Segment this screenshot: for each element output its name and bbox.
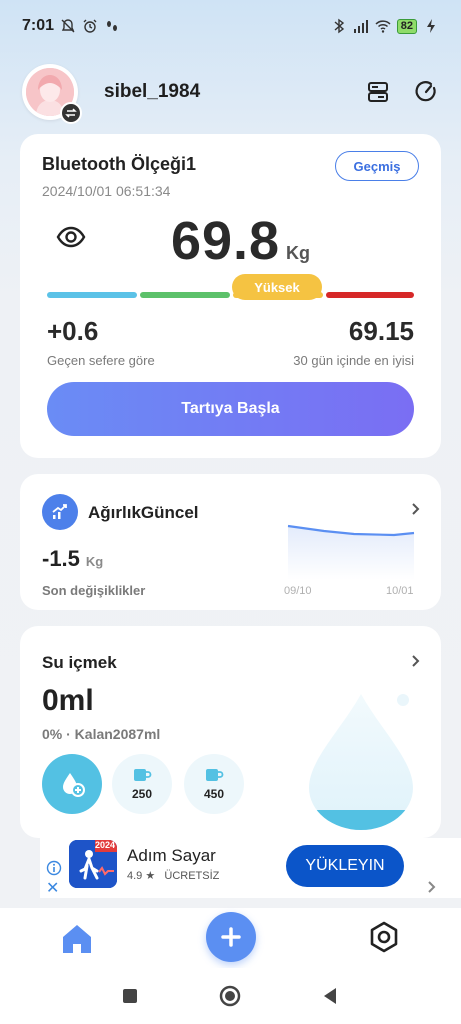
weight-status-badge: Yüksek (232, 274, 322, 300)
weight-trend-sparkline (287, 524, 415, 580)
bluetooth-icon (334, 18, 344, 34)
best-label: 30 gün içinde en iyisi (293, 353, 414, 368)
avatar[interactable] (22, 64, 82, 124)
weight-change-value: -1.5 (42, 546, 80, 571)
weight-change-label: Son değişiklikler (42, 583, 146, 598)
range-segment-low (47, 292, 137, 298)
trend-up-icon (42, 494, 78, 530)
weight-change-unit: Kg (85, 554, 104, 569)
water-remaining: 0% · Kalan2087ml (42, 726, 161, 742)
scale-card: Bluetooth Ölçeği1 2024/10/01 06:51:34 Ge… (20, 134, 441, 458)
weight-range-bar: Yüksek (47, 274, 414, 300)
recents-icon[interactable] (118, 984, 142, 1008)
chevron-right-icon (428, 881, 436, 893)
ad-price: ÜCRETSİZ (164, 870, 220, 882)
sync-gauge-icon (415, 81, 436, 102)
bottom-navigation (0, 908, 461, 968)
device-manager-button[interactable] (365, 79, 391, 105)
cup-250-button[interactable]: 250 (112, 754, 172, 814)
battery-indicator: 82 (396, 18, 417, 34)
sync-button[interactable] (413, 79, 439, 105)
water-drop-add-icon (63, 773, 85, 797)
wifi-icon (375, 20, 391, 33)
cup-icon (206, 769, 224, 781)
ad-title: Adım Sayar (127, 846, 216, 865)
cup-450-button[interactable]: 450 (184, 754, 244, 814)
cup-450-label: 450 (203, 787, 225, 801)
ad-rating: 4.9 ★ (127, 870, 156, 882)
water-title: Su içmek (42, 653, 117, 672)
weight-trend-title: AğırlıkGüncel (88, 503, 199, 522)
system-navigation-bar (0, 968, 461, 1024)
range-segment-very-high (326, 292, 414, 298)
weight-trend-card[interactable]: AğırlıkGüncel -1.5 Kg Son değişiklikler … (20, 474, 441, 610)
home-circle-icon[interactable] (218, 984, 242, 1008)
water-intake-card[interactable]: Su içmek 0ml 0% · Kalan2087ml 250 450 (20, 626, 441, 838)
status-time: 7:01 (22, 17, 55, 34)
ad-info-icon[interactable] (46, 860, 62, 876)
weight-change: -1.5 Kg (42, 546, 103, 572)
device-manager-icon (368, 82, 388, 102)
ad-close-icon[interactable]: ✕ (46, 878, 59, 898)
change-stat: +0.6 Geçen sefere göre (47, 316, 155, 368)
add-record-button[interactable] (206, 912, 256, 962)
username: sibel_1984 (104, 81, 201, 102)
measurement-timestamp: 2024/10/01 06:51:34 (42, 183, 171, 199)
chart-start-date: 09/10 (284, 585, 312, 597)
cup-icon (134, 769, 152, 781)
change-value: +0.6 (47, 316, 99, 346)
chart-end-date: 10/01 (386, 585, 414, 597)
status-bar: 7:01 82 (0, 0, 461, 52)
start-weighing-button[interactable]: Tartıya Başla (47, 382, 414, 436)
charging-icon (427, 19, 435, 33)
profile-header: sibel_1984 (22, 62, 439, 124)
plus-icon (221, 927, 241, 947)
ad-install-button[interactable]: YÜKLEYIN (286, 845, 404, 887)
add-water-button[interactable] (42, 754, 102, 814)
water-amount: 0ml (42, 684, 94, 717)
range-segment-normal (140, 292, 230, 298)
home-icon[interactable] (60, 922, 94, 956)
back-icon[interactable] (318, 984, 342, 1008)
steps-icon (107, 21, 118, 31)
best-stat: 69.15 30 gün içinde en iyisi (293, 316, 414, 368)
water-level-drop (309, 694, 413, 830)
ad-meta: 4.9 ★ ÜCRETSİZ (127, 869, 219, 882)
change-label: Geçen sefere göre (47, 353, 155, 368)
ad-badge-year: 2024 (94, 840, 115, 850)
settings-icon[interactable] (367, 920, 401, 954)
chevron-right-icon[interactable] (409, 654, 423, 668)
chevron-right-icon[interactable] (409, 502, 423, 516)
history-button[interactable]: Geçmiş (335, 151, 419, 181)
weight-value: 69.8 (170, 211, 281, 271)
weight-unit: Kg (286, 243, 311, 263)
alarm-icon (83, 19, 97, 33)
cup-250-label: 250 (131, 787, 153, 801)
swap-user-icon[interactable] (60, 102, 82, 124)
signal-icon (353, 20, 368, 33)
mute-bell-icon (61, 19, 75, 33)
weight-display: 69.8 Kg (20, 210, 441, 272)
ad-app-icon[interactable]: 2024 (69, 840, 117, 888)
best-value: 69.15 (348, 316, 414, 346)
